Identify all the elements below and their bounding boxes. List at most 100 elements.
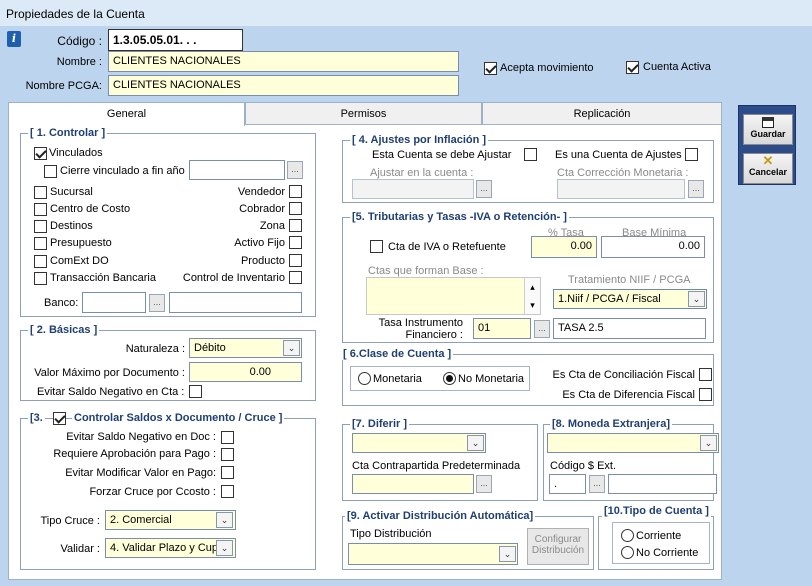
ctas-base-scrollbar[interactable]: ▴ ▾ — [524, 278, 540, 314]
evitar-doc-checkbox[interactable] — [221, 431, 234, 444]
sucursal-checkbox[interactable] — [34, 186, 47, 199]
group-moneda-title: [8. Moneda Extranjera] — [550, 418, 672, 430]
tab-permisos[interactable]: Permisos — [245, 102, 482, 125]
tasa-instr-label-2: Financiero : — [405, 329, 463, 341]
monetaria-radio[interactable] — [358, 372, 371, 385]
group-diferir-title: [7. Diferir ] — [350, 418, 410, 430]
tipo-distribucion-select[interactable] — [348, 543, 518, 565]
corriente-radio[interactable] — [621, 529, 634, 542]
pct-tasa-input[interactable]: 0.00 — [531, 236, 597, 258]
control-inventario-checkbox[interactable] — [289, 271, 302, 284]
cta-correccion-input[interactable] — [557, 179, 685, 199]
presupuesto-checkbox[interactable] — [34, 237, 47, 250]
banco-lookup-button[interactable]: ... — [149, 294, 165, 312]
diferencia-checkbox[interactable] — [699, 388, 712, 401]
monetaria-label: Monetaria — [373, 373, 422, 385]
evitar-saldo-cta-label: Evitar Saldo Negativo en Cta : — [37, 386, 185, 398]
banco-code-input[interactable] — [82, 292, 146, 313]
vendedor-checkbox[interactable] — [289, 185, 302, 198]
cta-iva-checkbox[interactable] — [370, 240, 383, 253]
contrapartida-lookup-button[interactable]: ... — [476, 475, 492, 493]
cierre-lookup-button[interactable]: ... — [287, 161, 303, 179]
req-aprob-label: Requiere Aprobación para Pago : — [53, 448, 216, 460]
tasa-instr-lookup-button[interactable]: ... — [534, 320, 550, 338]
evitar-saldo-cta-checkbox[interactable] — [189, 385, 202, 398]
codigo-input[interactable]: 1.3.05.05.01. . . — [108, 29, 243, 51]
centro-costo-label: Centro de Costo — [50, 203, 131, 215]
cuenta-ajustes-label: Es una Cuenta de Ajustes — [555, 149, 682, 161]
contrapartida-label: Cta Contrapartida Predeterminada — [352, 460, 521, 472]
cuenta-ajustes-checkbox[interactable] — [685, 148, 698, 161]
codigo-ext-name-input[interactable] — [608, 474, 717, 494]
no-corriente-radio[interactable] — [621, 546, 634, 559]
tasa-instr-code-input[interactable]: 01 — [473, 318, 531, 339]
producto-checkbox[interactable] — [289, 254, 302, 267]
activo-fijo-checkbox[interactable] — [289, 236, 302, 249]
ajustar-en-input[interactable] — [352, 179, 474, 199]
cierre-checkbox[interactable] — [44, 165, 57, 178]
forzar-label: Forzar Cruce por Ccosto : — [89, 486, 216, 498]
tratamiento-select[interactable]: 1.Niif / PCGA / Fiscal — [553, 289, 707, 309]
tratamiento-dropdown-icon[interactable]: ⌄ — [688, 291, 705, 307]
acepta-movimiento-checkbox[interactable] — [484, 62, 497, 75]
banco-name-input[interactable] — [169, 292, 302, 313]
group-saldos-title: Controlar Saldos x Documento / Cruce ] — [72, 412, 285, 424]
valor-max-input[interactable]: 0.00 — [189, 362, 302, 382]
tab-replicacion[interactable]: Replicación — [482, 102, 722, 125]
validar-dropdown-icon[interactable]: ⌄ — [216, 540, 233, 556]
cobrador-checkbox[interactable] — [289, 202, 302, 215]
valor-max-label: Valor Máximo por Documento : — [34, 367, 185, 379]
moneda-select[interactable] — [547, 433, 719, 453]
cta-correccion-lookup-button[interactable]: ... — [688, 180, 704, 198]
tipo-cruce-label: Tipo Cruce : — [40, 515, 100, 527]
cierre-input[interactable] — [189, 160, 285, 180]
tipo-cruce-dropdown-icon[interactable]: ⌄ — [216, 512, 233, 528]
transaccion-checkbox[interactable] — [34, 272, 47, 285]
diferir-select[interactable] — [352, 433, 486, 453]
cobrador-label: Cobrador — [239, 203, 285, 215]
destinos-label: Destinos — [50, 220, 93, 232]
validar-label: Validar : — [60, 543, 100, 555]
diferir-dropdown-icon[interactable]: ⌄ — [467, 435, 484, 451]
cuenta-activa-checkbox[interactable] — [626, 61, 639, 74]
codigo-ext-input[interactable]: . — [549, 474, 586, 494]
tipo-distribucion-dropdown-icon[interactable]: ⌄ — [499, 546, 516, 562]
codigo-ext-lookup-button[interactable]: ... — [589, 475, 605, 493]
tab-general[interactable]: General — [8, 102, 245, 126]
nombre-pcga-input[interactable]: CLIENTES NACIONALES — [108, 75, 459, 96]
scroll-up-icon[interactable]: ▴ — [525, 278, 540, 296]
base-minima-input[interactable]: 0.00 — [601, 236, 705, 258]
forzar-checkbox[interactable] — [221, 485, 234, 498]
naturaleza-dropdown-icon[interactable]: ⌄ — [283, 340, 300, 356]
group-basicas-title: [ 2. Básicas ] — [28, 324, 100, 336]
group-tributarias-title: [5. Tributarias y Tasas -IVA o Retención… — [350, 211, 569, 223]
banco-label: Banco: — [44, 297, 79, 309]
debe-ajustar-checkbox[interactable] — [524, 148, 537, 161]
ajustar-en-label: Ajustar en la cuenta : — [370, 167, 474, 179]
configurar-distribucion-button[interactable]: Configurar Distribución — [527, 528, 589, 565]
scroll-down-icon[interactable]: ▾ — [525, 296, 540, 314]
centro-costo-checkbox[interactable] — [34, 203, 47, 216]
comext-checkbox[interactable] — [34, 255, 47, 268]
zona-checkbox[interactable] — [289, 219, 302, 232]
conciliacion-checkbox[interactable] — [699, 368, 712, 381]
guardar-button[interactable]: Guardar — [743, 114, 793, 145]
req-aprob-checkbox[interactable] — [221, 448, 234, 461]
no-monetaria-label: No Monetaria — [458, 373, 525, 385]
vinculados-checkbox[interactable] — [34, 147, 47, 160]
info-icon[interactable]: i — [7, 31, 21, 47]
controlar-saldos-checkbox[interactable] — [53, 412, 66, 425]
moneda-dropdown-icon[interactable]: ⌄ — [700, 435, 717, 451]
presupuesto-label: Presupuesto — [50, 237, 112, 249]
nombre-input[interactable]: CLIENTES NACIONALES — [108, 51, 459, 72]
vinculados-label: Vinculados — [49, 147, 103, 159]
destinos-checkbox[interactable] — [34, 220, 47, 233]
tasa-instr-label-1: Tasa Instrumento — [378, 317, 463, 329]
contrapartida-input[interactable] — [352, 474, 474, 494]
no-monetaria-radio[interactable] — [443, 372, 456, 385]
cancelar-button[interactable]: ✕ Cancelar — [743, 153, 793, 184]
evitar-mod-checkbox[interactable] — [221, 466, 234, 479]
ajustar-en-lookup-button[interactable]: ... — [476, 180, 492, 198]
ctas-base-list[interactable] — [366, 277, 541, 315]
tasa-instr-name-input[interactable]: TASA 2.5 — [553, 318, 706, 339]
